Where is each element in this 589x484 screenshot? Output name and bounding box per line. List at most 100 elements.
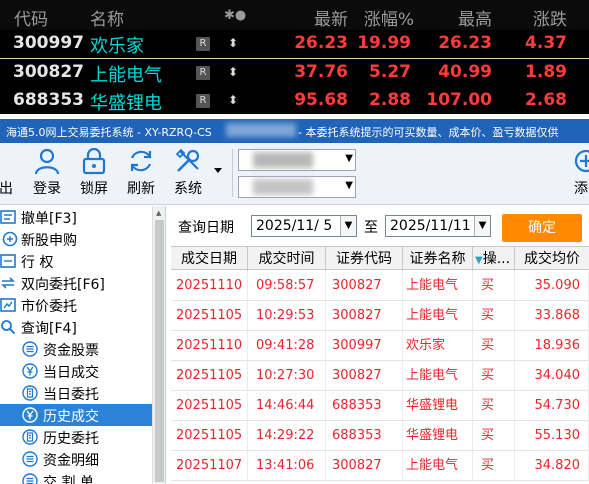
updown-arrow-icon: ⬍	[228, 36, 239, 50]
add-button[interactable]: 添	[566, 143, 589, 203]
lock-screen-button[interactable]: 锁屏	[74, 143, 114, 203]
header-change-pct[interactable]: 涨幅%	[364, 5, 414, 30]
cell-operation: 买	[473, 391, 515, 421]
cell-trade-time: 10:27:30	[248, 361, 326, 391]
col-trade-time[interactable]: 成交时间	[248, 247, 326, 271]
quote-high: 26.23	[438, 33, 492, 53]
header-icons[interactable]: ✱●	[224, 8, 246, 23]
cell-avg-price: 35.090	[515, 271, 589, 301]
system-label: 系统	[174, 181, 202, 197]
cell-operation: 买	[473, 331, 515, 361]
quote-high: 107.00	[426, 90, 492, 110]
header-latest[interactable]: 最新	[314, 5, 348, 30]
quote-high: 40.99	[438, 62, 492, 82]
sidebar-item-ipo[interactable]: 新股申购	[0, 228, 152, 250]
header-code[interactable]: 代码	[14, 5, 48, 30]
header-change[interactable]: 涨跌	[533, 5, 567, 30]
scroll-up-icon[interactable]: ▲	[156, 209, 161, 217]
scrollbar-thumb[interactable]	[155, 220, 164, 482]
col-avg-price[interactable]: 成交均价	[515, 247, 589, 271]
sidebar-item-label: 行 权	[21, 255, 54, 271]
sidebar-item-two-way-order[interactable]: 双向委托[F6]	[0, 272, 152, 294]
window-titlebar[interactable]: 海通5.0网上交易委托系统 - XY-RZRQ-CS - 本委托系统提示的可买数…	[0, 119, 589, 143]
user-icon	[34, 148, 60, 175]
sidebar-item-settlement[interactable]: 交 割 单	[0, 470, 152, 484]
r-badge: R	[196, 94, 210, 108]
quote-code: 300997	[13, 33, 84, 53]
cell-trade-time: 13:41:06	[248, 451, 326, 481]
sidebar-item-market-order[interactable]: 市价委托	[0, 294, 152, 316]
quote-row[interactable]: 300997 欢乐家 R ⬍ 26.23 19.99 26.23 4.37	[0, 30, 589, 58]
cell-trade-date: 20251105	[171, 301, 248, 331]
quote-change: 4.37	[525, 33, 567, 53]
header-name[interactable]: 名称	[90, 5, 124, 30]
quote-latest: 95.68	[294, 90, 348, 110]
sidebar-scrollbar[interactable]: ▲	[152, 206, 165, 484]
quote-row[interactable]: 300827 上能电气 R ⬍ 37.76 5.27 40.99 1.89	[0, 59, 589, 87]
toolbar-separator	[232, 149, 233, 197]
sidebar-item-query[interactable]: 查询[F4]	[0, 316, 152, 338]
search-icon	[1, 320, 16, 335]
lock-screen-label: 锁屏	[80, 181, 108, 197]
sidebar-item-cancel-order[interactable]: 撤单[F3]	[0, 206, 152, 228]
r-badge: R	[196, 66, 210, 80]
login-label: 登录	[33, 181, 61, 197]
table-row[interactable]: 20251110 09:58:57 300827 上能电气买 35.090	[171, 271, 589, 301]
quote-change: 2.68	[525, 90, 567, 110]
exit-button[interactable]: 出	[0, 143, 18, 203]
quote-code: 300827	[13, 62, 84, 82]
table-row[interactable]: 20251105 10:27:30 300827 上能电气买 34.040	[171, 361, 589, 391]
sidebar-item-today-trades[interactable]: 当日成交	[0, 360, 152, 382]
cell-trade-date: 20251105	[171, 421, 248, 451]
col-security-code[interactable]: 证券代码	[326, 247, 403, 271]
redacted-account	[226, 123, 296, 137]
query-date-label: 查询日期	[178, 220, 234, 236]
sidebar-item-funds-stocks[interactable]: 资金股票	[0, 338, 152, 360]
confirm-button[interactable]: 确定	[502, 214, 582, 242]
table-row[interactable]: 20251105 10:29:53 300827 上能电气买 33.868	[171, 301, 589, 331]
system-button[interactable]: 系统	[168, 143, 208, 203]
cell-security-name: 华盛锂电	[403, 391, 473, 421]
market-select[interactable]: ▼	[238, 176, 356, 198]
sidebar-item-label: 交 割 单	[43, 475, 94, 484]
cell-trade-time: 09:41:28	[248, 331, 326, 361]
quote-name: 华盛锂电	[90, 93, 162, 114]
table-row[interactable]: 20251110 09:41:28 300997 欢乐家买 18.936	[171, 331, 589, 361]
cancel-order-icon	[0, 210, 16, 224]
system-dropdown-arrow-icon[interactable]	[214, 168, 222, 173]
cell-avg-price: 54.730	[515, 391, 589, 421]
filter-icon[interactable]: ▼	[475, 255, 483, 266]
chevron-down-icon[interactable]: ▼	[340, 216, 356, 236]
login-button[interactable]: 登录	[28, 143, 66, 203]
col-security-name[interactable]: 证券名称	[403, 247, 473, 271]
header-high[interactable]: 最高	[458, 5, 492, 30]
sidebar-item-exercise[interactable]: 行 权	[0, 250, 152, 272]
cell-operation: 买	[473, 271, 515, 301]
table-row[interactable]: 20251105 14:46:44 688353 华盛锂电买 54.730	[171, 391, 589, 421]
cell-security-code: 300827	[326, 361, 403, 391]
table-row[interactable]: 20251105 14:29:22 688353 华盛锂电买 55.130	[171, 421, 589, 451]
quote-header: 代码 名称 ✱● 最新 涨幅% 最高 涨跌	[0, 0, 589, 30]
end-date-picker[interactable]: 2025/11/11 ▼	[385, 215, 491, 237]
sidebar-item-label: 双向委托[F6]	[21, 277, 105, 293]
market-order-icon	[0, 298, 16, 312]
col-trade-date[interactable]: 成交日期	[171, 247, 248, 271]
refresh-button[interactable]: 刷新	[120, 143, 162, 203]
account-select[interactable]: ▼	[238, 149, 356, 171]
table-row[interactable]: 20251107 13:41:06 300827 上能电气买 34.820	[171, 451, 589, 481]
sidebar-item-label: 新股申购	[21, 233, 77, 249]
quote-row[interactable]: 688353 华盛锂电 R ⬍ 95.68 2.88 107.00 2.68	[0, 87, 589, 115]
chevron-down-icon[interactable]: ▼	[474, 216, 490, 236]
cell-avg-price: 33.868	[515, 301, 589, 331]
r-badge: R	[196, 37, 210, 51]
col-operation[interactable]: ▼操...	[473, 247, 515, 271]
sidebar-item-fund-details[interactable]: 资金明细	[0, 448, 152, 470]
sidebar-item-label: 资金明细	[43, 453, 99, 469]
sidebar-item-today-orders[interactable]: 当日委托	[0, 382, 152, 404]
redacted-value	[253, 152, 313, 168]
sidebar-item-history-trades[interactable]: 历史成交	[0, 404, 152, 426]
yen-icon	[22, 363, 38, 379]
start-date-picker[interactable]: 2025/11/ 5 ▼	[251, 215, 357, 237]
sidebar-item-history-orders[interactable]: 历史委托	[0, 426, 152, 448]
list-icon	[22, 341, 38, 357]
